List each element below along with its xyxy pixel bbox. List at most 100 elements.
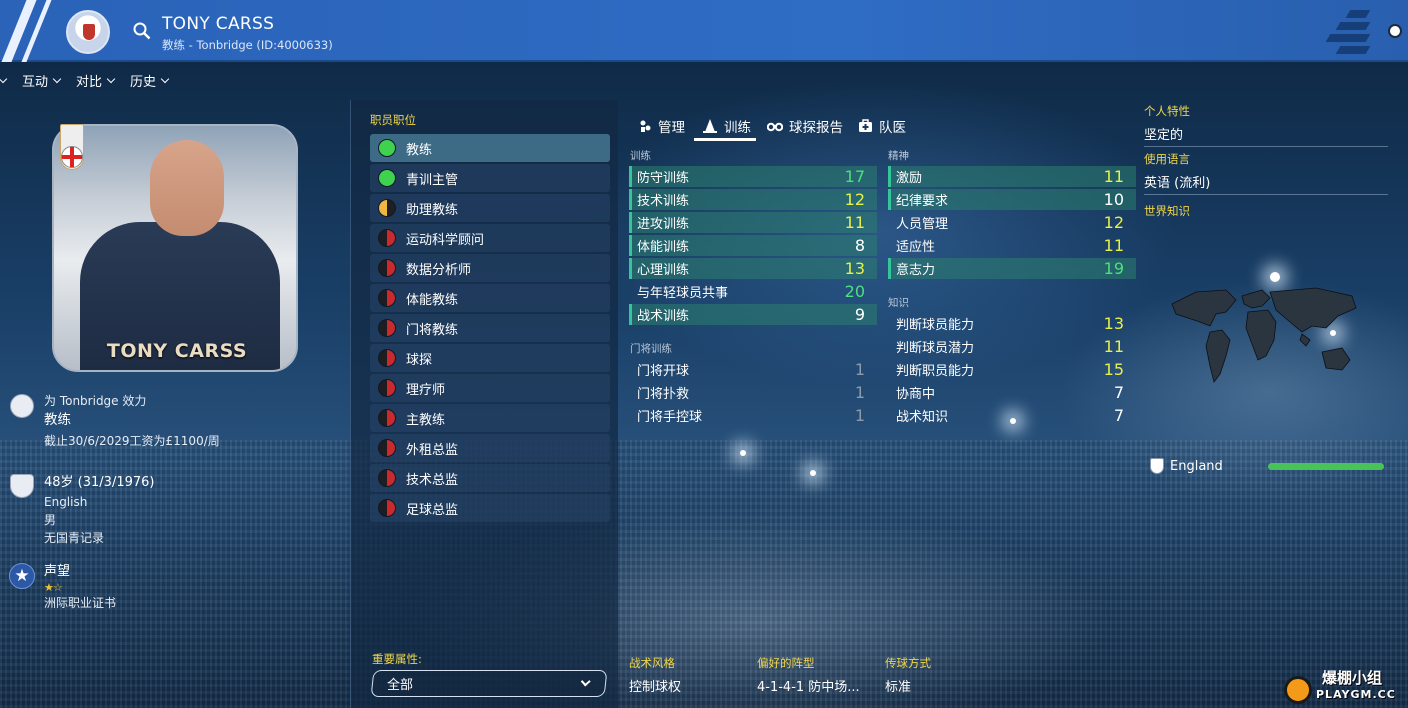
- england-flag-icon[interactable]: [61, 146, 83, 168]
- attribute-row[interactable]: 防守训练 17: [629, 166, 877, 187]
- role-label: 技术总监: [406, 472, 459, 488]
- role-label: 体能教练: [406, 292, 459, 308]
- role-line: 教练: [44, 412, 71, 428]
- role-item[interactable]: 青训主管: [370, 164, 610, 192]
- attribute-row[interactable]: 门将开球 1: [629, 359, 877, 380]
- age-line: 48岁 (31/3/1976): [44, 475, 155, 490]
- search-icon[interactable]: [133, 22, 151, 40]
- attribute-row[interactable]: 人员管理 12: [888, 212, 1136, 233]
- attribute-value: 12: [844, 190, 865, 209]
- role-suitability-icon: [378, 199, 396, 217]
- attribute-row[interactable]: 进攻训练 11: [629, 212, 877, 233]
- attribute-value: 1: [854, 360, 865, 379]
- attribute-row[interactable]: 意志力 19: [888, 258, 1136, 279]
- attribute-row[interactable]: 协商中 7: [888, 382, 1136, 403]
- watermark-logo: 爆棚小组 PLAYGM.CC: [1276, 664, 1406, 704]
- role-item[interactable]: 技术总监: [370, 464, 610, 492]
- role-suitability-icon: [378, 229, 396, 247]
- tab-training[interactable]: 训练: [702, 114, 751, 138]
- attribute-row[interactable]: 判断职员能力 15: [888, 359, 1136, 380]
- attribute-value: 20: [844, 282, 865, 301]
- england-badge-icon: [10, 474, 34, 498]
- country-name[interactable]: England: [1170, 459, 1223, 474]
- tab-scout-report[interactable]: 球探报告: [767, 114, 843, 138]
- role-item[interactable]: 运动科学顾问: [370, 224, 610, 252]
- language-title: 使用语言: [1144, 152, 1190, 166]
- watermark-url: PLAYGM.CC: [1316, 688, 1396, 701]
- attribute-value: 10: [1103, 190, 1124, 209]
- attribute-row[interactable]: 激励 11: [888, 166, 1136, 187]
- attribute-label: 协商中: [896, 387, 936, 402]
- star-icon: ★: [9, 563, 35, 589]
- role-item[interactable]: 助理教练: [370, 194, 610, 222]
- attribute-value: 7: [1113, 383, 1124, 402]
- attribute-row[interactable]: 门将手控球 1: [629, 405, 877, 426]
- tactical-style-value: 控制球权: [629, 680, 682, 695]
- attribute-row[interactable]: 战术知识 7: [888, 405, 1136, 426]
- nav-compare[interactable]: 对比: [76, 71, 116, 90]
- chevron-down-icon: [580, 676, 591, 687]
- role-item[interactable]: 理疗师: [370, 374, 610, 402]
- key-attributes-select[interactable]: 全部: [370, 670, 608, 697]
- binoculars-icon: [767, 122, 783, 132]
- attribute-label: 判断职员能力: [896, 364, 975, 379]
- attribute-label: 体能训练: [637, 240, 690, 255]
- tab-active-underline: [694, 138, 756, 141]
- attribute-row[interactable]: 与年轻球员共事 20: [629, 281, 877, 302]
- role-item[interactable]: 足球总监: [370, 494, 610, 522]
- attribute-row[interactable]: 门将扑救 1: [629, 382, 877, 403]
- attribute-label: 战术训练: [637, 309, 690, 324]
- attribute-row[interactable]: 纪律要求 10: [888, 189, 1136, 210]
- country-knowledge-fill: [1268, 463, 1384, 470]
- role-item[interactable]: 球探: [370, 344, 610, 372]
- role-label: 运动科学顾问: [406, 232, 485, 248]
- role-item[interactable]: 教练: [370, 134, 610, 162]
- world-knowledge-title: 世界知识: [1144, 204, 1190, 218]
- passing-title: 传球方式: [885, 656, 931, 670]
- gk-training-title: 门将训练: [630, 343, 672, 355]
- role-item[interactable]: 数据分析师: [370, 254, 610, 282]
- attribute-value: 1: [854, 383, 865, 402]
- attribute-row[interactable]: 技术训练 12: [629, 189, 877, 210]
- attribute-label: 防守训练: [637, 171, 690, 186]
- attribute-row[interactable]: 判断球员能力 13: [888, 313, 1136, 334]
- attribute-value: 19: [1103, 259, 1124, 278]
- attribute-row[interactable]: 战术训练 9: [629, 304, 877, 325]
- attribute-row[interactable]: 心理训练 13: [629, 258, 877, 279]
- role-label: 数据分析师: [406, 262, 472, 278]
- club-badge-icon[interactable]: [66, 10, 110, 54]
- role-label: 球探: [406, 352, 433, 368]
- attribute-label: 判断球员能力: [896, 318, 975, 333]
- licence-line: 洲际职业证书: [44, 596, 117, 610]
- attribute-value: 11: [1103, 337, 1124, 356]
- attribute-label: 人员管理: [896, 217, 949, 232]
- attribute-row[interactable]: 判断球员潜力 11: [888, 336, 1136, 357]
- contract-line: 截止30/6/2029工资为£1100/周: [44, 434, 220, 448]
- ball-icon[interactable]: [1388, 24, 1402, 38]
- role-item[interactable]: 体能教练: [370, 284, 610, 312]
- attribute-row[interactable]: 适应性 11: [888, 235, 1136, 256]
- role-suitability-icon: [378, 469, 396, 487]
- divider: [1144, 146, 1388, 147]
- medical-kit-icon: [859, 119, 872, 132]
- tab-management[interactable]: 管理: [638, 114, 685, 138]
- role-item[interactable]: 门将教练: [370, 314, 610, 342]
- sub-nav: 互动 对比 历史: [0, 66, 184, 94]
- role-item[interactable]: 主教练: [370, 404, 610, 432]
- mental-title: 精神: [888, 150, 909, 162]
- youth-record-line: 无国青记录: [44, 531, 105, 545]
- reputation-stars: ★☆: [44, 581, 63, 594]
- attribute-value: 11: [1103, 167, 1124, 186]
- attribute-value: 11: [844, 213, 865, 232]
- attribute-label: 门将扑救: [637, 387, 690, 402]
- role-suitability-icon: [378, 409, 396, 427]
- attribute-label: 与年轻球员共事: [637, 286, 729, 301]
- tab-physio[interactable]: 队医: [858, 114, 906, 138]
- attribute-row[interactable]: 体能训练 8: [629, 235, 877, 256]
- role-item[interactable]: 外租总监: [370, 434, 610, 462]
- role-suitability-icon: [378, 169, 396, 187]
- nav-history[interactable]: 历史: [130, 71, 170, 90]
- club-line[interactable]: 为 Tonbridge 效力: [44, 392, 220, 410]
- nav-interact[interactable]: 互动: [22, 71, 62, 90]
- nav-collapse[interactable]: [0, 74, 8, 83]
